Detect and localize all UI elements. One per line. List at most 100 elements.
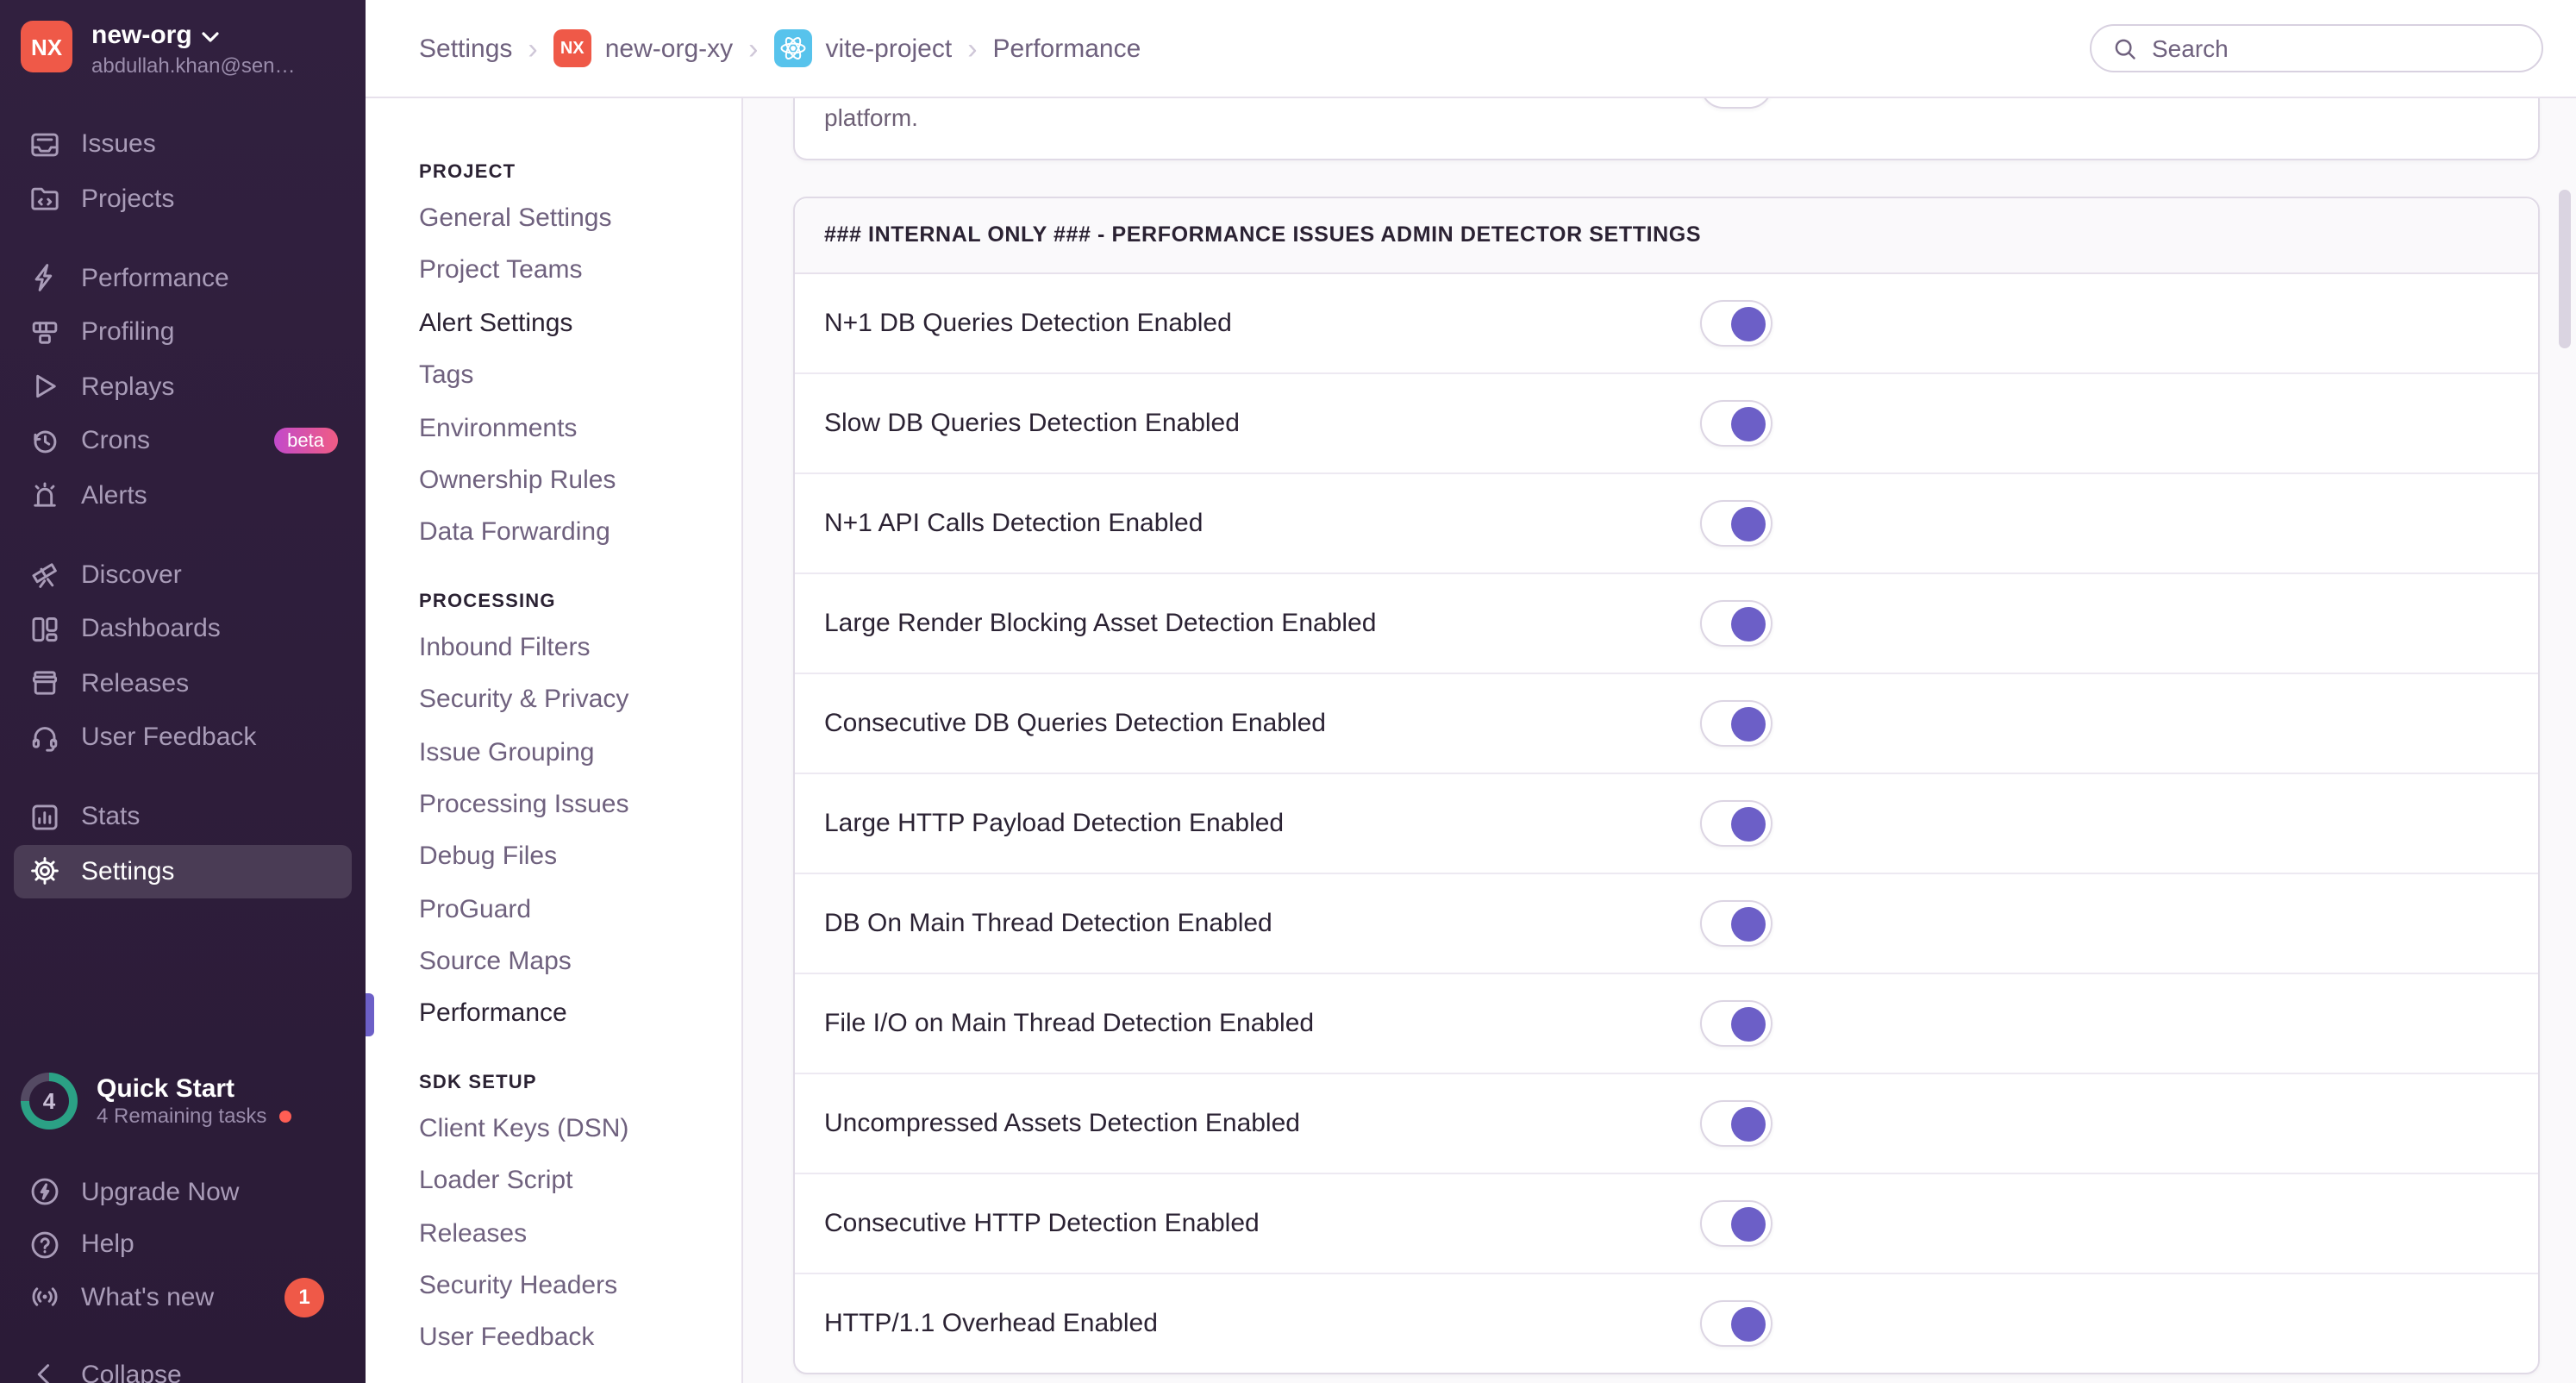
sidebar-footer-item-collapse[interactable]: Collapse <box>14 1349 352 1383</box>
settings-nav-item-environments[interactable]: Environments <box>419 403 741 455</box>
settings-nav-item-data-forwarding[interactable]: Data Forwarding <box>419 508 741 560</box>
projects-icon <box>29 183 60 214</box>
sidebar-item-user-feedback[interactable]: User Feedback <box>14 710 352 765</box>
react-icon <box>773 29 812 67</box>
sidebar-footer-item-upgrade-now[interactable]: Upgrade Now <box>14 1166 352 1218</box>
sidebar-footer-label: Upgrade Now <box>81 1177 240 1207</box>
setting-row-n-1-db-queries-detection-enabled: N+1 DB Queries Detection Enabled <box>795 274 2538 372</box>
toggle-consecutive-http-detection-enabled[interactable] <box>1700 1200 1773 1247</box>
breadcrumb: Settings › NX new-org-xy › vite-project › Perfo… <box>419 29 1141 67</box>
previous-settings-card-cutoff: platform. <box>793 98 2540 160</box>
sidebar-footer-item-what-s-new[interactable]: What's new 1 <box>14 1271 352 1324</box>
sidebar-item-stats[interactable]: Stats <box>14 791 352 845</box>
breadcrumb-vite-project[interactable]: vite-project <box>773 29 952 67</box>
settings-nav-item-proguard[interactable]: ProGuard <box>419 884 741 936</box>
breadcrumb-new-org-xy[interactable]: NX new-org-xy <box>553 29 733 67</box>
settings-nav-item-user-feedback[interactable]: User Feedback <box>419 1313 741 1366</box>
settings-nav: PROJECT General Settings Project Teams Aler… <box>366 98 743 1383</box>
sidebar-item-alerts[interactable]: Alerts <box>14 468 352 523</box>
sidebar-item-label: Performance <box>81 263 229 293</box>
alerts-icon <box>29 479 60 510</box>
sidebar-item-label: Releases <box>81 668 190 698</box>
sidebar-item-projects[interactable]: Projects <box>14 172 352 226</box>
sidebar-item-label: Discover <box>81 560 182 590</box>
setting-label: N+1 DB Queries Detection Enabled <box>824 309 1232 338</box>
collapse-icon <box>29 1360 60 1383</box>
settings-nav-item-security-privacy[interactable]: Security & Privacy <box>419 674 741 727</box>
toggle-uncompressed-assets-detection-enabled[interactable] <box>1700 1100 1773 1147</box>
performance-icon <box>29 263 60 294</box>
sidebar-item-settings[interactable]: Settings <box>14 844 352 899</box>
setting-label: File I/O on Main Thread Detection Enable… <box>824 1009 1315 1038</box>
setting-label: N+1 API Calls Detection Enabled <box>824 509 1204 538</box>
settings-nav-item-project-teams[interactable]: Project Teams <box>419 246 741 298</box>
breadcrumb-label: new-org-xy <box>604 34 734 63</box>
sidebar-item-dashboards[interactable]: Dashboards <box>14 602 352 656</box>
org-switcher[interactable]: NX new-org abdullah.khan@sen… <box>21 21 296 78</box>
settings-nav-item-general-settings[interactable]: General Settings <box>419 193 741 246</box>
toggle-file-i-o-on-main-thread-detection-enabled[interactable] <box>1700 1000 1773 1047</box>
org-user-email: abdullah.khan@sen… <box>91 53 296 78</box>
settings-nav-item-issue-grouping[interactable]: Issue Grouping <box>419 727 741 779</box>
settings-nav-section-title: PROCESSING <box>419 591 556 612</box>
sidebar: NX new-org abdullah.khan@sen… Issues Proj… <box>0 0 366 1383</box>
breadcrumb-settings[interactable]: Settings <box>419 34 512 63</box>
settings-nav-item-source-maps[interactable]: Source Maps <box>419 936 741 989</box>
quick-start-title: Quick Start <box>97 1074 235 1104</box>
toggle-consecutive-db-queries-detection-enabled[interactable] <box>1700 700 1773 747</box>
sidebar-item-crons[interactable]: Crons beta <box>14 414 352 468</box>
setting-row-http-1-1-overhead-enabled: HTTP/1.1 Overhead Enabled <box>795 1273 2538 1373</box>
breadcrumb-separator-icon: › <box>967 32 978 65</box>
org-name: new-org <box>91 21 192 50</box>
toggle-large-http-payload-detection-enabled[interactable] <box>1700 800 1773 847</box>
sidebar-item-replays[interactable]: Replays <box>14 360 352 414</box>
search-input[interactable]: Search <box>2090 24 2543 72</box>
quick-start[interactable]: 4 Quick Start 4 Remaining tasks <box>21 1073 291 1130</box>
toggle-http-1-1-overhead-enabled[interactable] <box>1700 1300 1773 1347</box>
sidebar-item-performance[interactable]: Performance <box>14 252 352 306</box>
breadcrumb-performance[interactable]: Performance <box>993 34 1141 63</box>
toggle-large-render-blocking-asset-detection-enabled[interactable] <box>1700 600 1773 647</box>
search-placeholder: Search <box>2152 34 2229 62</box>
sidebar-item-discover[interactable]: Discover <box>14 548 352 602</box>
sidebar-item-label: Stats <box>81 802 141 832</box>
setting-row-large-render-blocking-asset-detection-enabled: Large Render Blocking Asset Detection En… <box>795 573 2538 673</box>
upgrade-icon <box>29 1177 60 1208</box>
settings-rows: N+1 DB Queries Detection Enabled Slow DB … <box>795 274 2538 1373</box>
toggle-n-1-api-calls-detection-enabled[interactable] <box>1700 500 1773 547</box>
sidebar-item-issues[interactable]: Issues <box>14 117 352 172</box>
quick-start-count: 4 <box>42 1088 56 1114</box>
scrollbar-thumb[interactable] <box>2559 190 2571 348</box>
settings-nav-item-debug-files[interactable]: Debug Files <box>419 832 741 885</box>
sidebar-item-label: Alerts <box>81 480 147 510</box>
settings-nav-item-security-headers[interactable]: Security Headers <box>419 1261 741 1313</box>
org-avatar: NX <box>21 21 72 72</box>
sidebar-footer-item-help[interactable]: Help <box>14 1218 352 1271</box>
settings-nav-item-tags[interactable]: Tags <box>419 350 741 403</box>
sidebar-group: Performance Profiling Replays Crons beta Aler… <box>0 252 366 523</box>
settings-nav-item-performance[interactable]: Performance <box>366 989 741 1042</box>
setting-row-slow-db-queries-detection-enabled: Slow DB Queries Detection Enabled <box>795 372 2538 472</box>
discover-icon <box>29 560 60 591</box>
settings-nav-item-client-keys-dsn[interactable]: Client Keys (DSN) <box>419 1104 741 1156</box>
notification-dot <box>278 1110 291 1122</box>
settings-nav-item-processing-issues[interactable]: Processing Issues <box>419 779 741 832</box>
sidebar-item-releases[interactable]: Releases <box>14 656 352 710</box>
toggle-n-1-db-queries-detection-enabled[interactable] <box>1700 300 1773 347</box>
settings-nav-item-loader-script[interactable]: Loader Script <box>419 1156 741 1209</box>
toggle-slow-db-queries-detection-enabled[interactable] <box>1700 400 1773 447</box>
sidebar-item-label: Crons <box>81 426 151 456</box>
settings-nav-section: SDK SETUP Client Keys (DSN) Loader Script R… <box>419 1073 741 1366</box>
settings-nav-item-releases[interactable]: Releases <box>419 1208 741 1261</box>
setting-row-uncompressed-assets-detection-enabled: Uncompressed Assets Detection Enabled <box>795 1073 2538 1173</box>
settings-nav-item-ownership-rules[interactable]: Ownership Rules <box>419 455 741 508</box>
toggle-db-on-main-thread-detection-enabled[interactable] <box>1700 900 1773 947</box>
setting-label: Large Render Blocking Asset Detection En… <box>824 609 1377 638</box>
breadcrumb-label: Settings <box>419 34 513 63</box>
org-avatar-badge: NX <box>553 29 591 67</box>
sidebar-item-profiling[interactable]: Profiling <box>14 305 352 360</box>
sidebar-group: Issues Projects <box>0 117 366 226</box>
card-title: ### INTERNAL ONLY ### - PERFORMANCE ISSU… <box>795 198 2538 274</box>
settings-nav-item-inbound-filters[interactable]: Inbound Filters <box>419 622 741 674</box>
settings-nav-item-alert-settings[interactable]: Alert Settings <box>419 298 741 351</box>
